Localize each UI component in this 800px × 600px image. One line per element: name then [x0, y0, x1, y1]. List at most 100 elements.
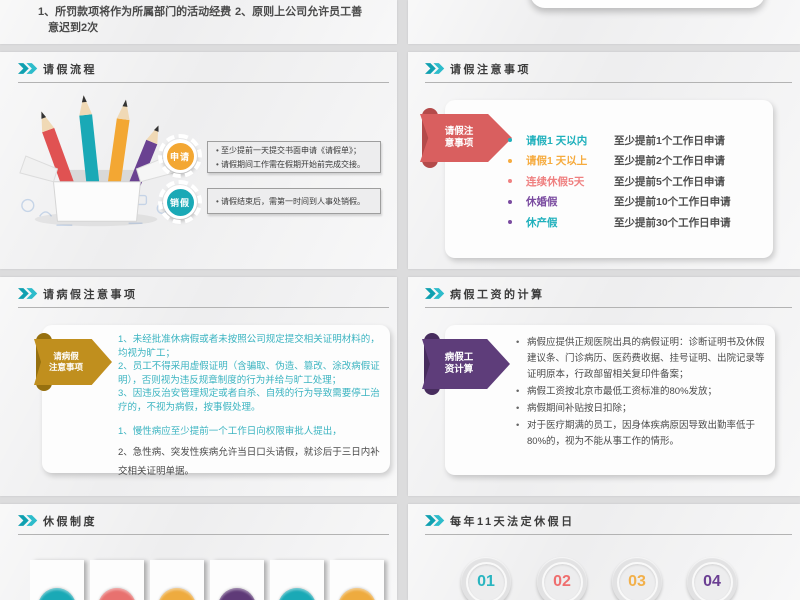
- sick-rule-item: 1、未经批准休病假或者未按照公司规定提交相关证明材料的，均视为旷工；: [118, 333, 380, 360]
- sick-rule-item: 3、因违反治安管理规定或者自杀、自残的行为导致需要停工治疗的，不视为病假，按事假…: [118, 387, 380, 414]
- ribbon-label-line2: 注意事项: [49, 362, 83, 373]
- double-chevron-icon: [18, 515, 38, 526]
- slide-title: 每年11天法定休假日: [450, 516, 575, 528]
- slide-title: 休假制度: [43, 516, 97, 528]
- header-underline: [425, 307, 792, 308]
- ribbon-label-line1: 请假注: [445, 126, 474, 138]
- vacation-card-circle: [98, 588, 136, 600]
- rule-item-2: 2、原则上公司允许员工善: [235, 3, 362, 19]
- holiday-number-badge: 04: [687, 557, 737, 600]
- vacation-card: [150, 560, 204, 600]
- ribbon-arrow: 请假注 意事项: [420, 114, 512, 162]
- vacation-card: [90, 560, 144, 600]
- vacation-card-circle: [338, 588, 376, 600]
- section-header: 休假制度: [18, 512, 389, 535]
- slide-thumbnail-vacation-system[interactable]: 休假制度: [0, 504, 397, 600]
- leave-rule-text: 至少提前1个工作日申请: [614, 133, 725, 148]
- section-header: 请假注意事项: [425, 60, 792, 83]
- sick-pay-bullet: 病假应提供正规医院出具的病假证明：诊断证明书及休假建议条、门诊病历、医药费收据、…: [516, 335, 770, 383]
- vacation-card-circle: [218, 588, 256, 600]
- ribbon-label-line1: 请病假: [53, 351, 79, 362]
- slide-title: 请假流程: [43, 64, 97, 76]
- slide-title: 病假工资的计算: [450, 289, 545, 301]
- sick-rules-text: 1、未经批准休病假或者未按照公司规定提交相关证明材料的，均视为旷工； 2、员工不…: [118, 333, 380, 481]
- double-chevron-icon: [18, 63, 38, 74]
- leave-notice-item: 休婚假 至少提前10个工作日申请: [508, 192, 731, 213]
- apply-rule-line: 请假期间工作需在假期开始前完成交接。: [216, 159, 372, 170]
- leave-notice-item: 休产假 至少提前30个工作日申请: [508, 212, 731, 233]
- apply-step-badge: 申请: [163, 139, 197, 173]
- ribbon-label-line1: 病假工: [445, 352, 474, 364]
- leave-type-label: 休产假: [526, 215, 614, 230]
- pencil-box-illustration: [12, 90, 180, 230]
- sick-pay-bullet: 对于医疗期满的员工，因身体疾病原因导致出勤率低于80%的，视为不能从事工作的情形…: [516, 418, 770, 450]
- sick-rule-item: 2、员工不得采用虚假证明（含骗取、伪造、篡改、涂改病假证明），否则视为违反规章制…: [118, 360, 380, 387]
- leave-type-label: 请假1 天以上: [526, 153, 614, 168]
- pay-ribbon-badge: 病假工 资计算: [422, 339, 510, 389]
- sick-extra-teal: 1、慢性病应至少提前一个工作日向权限审批人提出，: [118, 425, 380, 439]
- rule-item-1: 1、所罚款项将作为所属部门的活动经费: [38, 3, 231, 19]
- leave-rule-text: 至少提前30个工作日申请: [614, 215, 731, 230]
- sick-pay-bullet: 病假工资按北京市最低工资标准的80%发放；: [516, 384, 770, 400]
- header-underline: [425, 82, 792, 83]
- leave-notice-list: 请假1 天以内 至少提前1个工作日申请 请假1 天以上 至少提前2个工作日申请 …: [508, 130, 731, 233]
- vacation-card-circle: [278, 588, 316, 600]
- cancel-rule-line: 请假结束后，需第一时间到人事处销假。: [216, 196, 372, 207]
- bullet-dot: [508, 200, 512, 204]
- slide-thumbnail-sick-leave-notice[interactable]: 请病假注意事项 请病假 注意事项 1、未经批准休病假或者未按照公司规定提交相关证…: [0, 277, 397, 496]
- holiday-number: 03: [617, 562, 658, 600]
- ribbon-arrow: 病假工 资计算: [422, 339, 510, 389]
- double-chevron-icon: [425, 63, 445, 74]
- sick-pay-bullet-list: 病假应提供正规医院出具的病假证明：诊断证明书及休假建议条、门诊病历、医药费收据、…: [516, 335, 770, 451]
- sick-ribbon-badge: 请病假 注意事项: [34, 339, 112, 385]
- holiday-number: 02: [542, 562, 583, 600]
- sick-extra-dark: 2、急性病、突发性疾病允许当日口头请假，就诊后于三日内补交相关证明单据。: [118, 443, 380, 481]
- header-underline: [18, 307, 389, 308]
- leave-notice-item: 连续休假5天 至少提前5个工作日申请: [508, 171, 731, 192]
- bullet-dot: [508, 220, 512, 224]
- apply-step-label: 申请: [167, 143, 194, 170]
- leave-type-label: 连续休假5天: [526, 174, 614, 189]
- leave-rule-text: 至少提前5个工作日申请: [614, 174, 725, 189]
- section-header: 请假流程: [18, 60, 389, 83]
- bullet-dot: [508, 159, 512, 163]
- notice-ribbon-badge: 请假注 意事项: [420, 114, 512, 162]
- slide-thumbnail-partial-card[interactable]: [408, 0, 800, 44]
- leave-type-label: 休婚假: [526, 194, 614, 209]
- partial-white-card: [530, 0, 765, 8]
- header-underline: [18, 534, 389, 535]
- leave-type-label: 请假1 天以内: [526, 133, 614, 148]
- sick-pay-bullet: 病假期间补贴按日扣除；: [516, 401, 770, 417]
- vacation-card: [270, 560, 324, 600]
- slide-thumbnail-leave-notice[interactable]: 请假注意事项 请假注 意事项 请假1 天以内 至少提前1个工作日申请 请假1 天…: [408, 52, 800, 269]
- double-chevron-icon: [425, 288, 445, 299]
- leave-rule-text: 至少提前2个工作日申请: [614, 153, 725, 168]
- holiday-number: 04: [692, 562, 733, 600]
- rule-item-wrap: 意迟到2次: [48, 19, 98, 35]
- vacation-card: [30, 560, 84, 600]
- leave-notice-item: 请假1 天以上 至少提前2个工作日申请: [508, 151, 731, 172]
- vacation-card: [210, 560, 264, 600]
- slide-thumbnail-statutory-holidays[interactable]: 每年11天法定休假日 01 02 03 04: [408, 504, 800, 600]
- holiday-number-badge: 03: [612, 557, 662, 600]
- section-header: 请病假注意事项: [18, 285, 389, 308]
- cancel-step-label: 销假: [167, 189, 194, 216]
- cancel-step-badge: 销假: [163, 185, 197, 219]
- ribbon-label-line2: 资计算: [445, 364, 474, 376]
- vacation-card: [330, 560, 384, 600]
- slide-title: 请病假注意事项: [43, 289, 138, 301]
- bullet-dot: [508, 138, 512, 142]
- apply-rule-line: 至少提前一天提交书面申请《请假单》；: [216, 145, 372, 156]
- slide-thumbnail-rules[interactable]: 1、所罚款项将作为所属部门的活动经费 2、原则上公司允许员工善 意迟到2次: [0, 0, 397, 44]
- header-underline: [18, 82, 389, 83]
- slide-thumbnail-leave-process[interactable]: 请假流程: [0, 52, 397, 269]
- section-header: 病假工资的计算: [425, 285, 792, 308]
- vacation-card-circle: [158, 588, 196, 600]
- double-chevron-icon: [18, 288, 38, 299]
- leave-notice-item: 请假1 天以内 至少提前1个工作日申请: [508, 130, 731, 151]
- leave-rule-text: 至少提前10个工作日申请: [614, 194, 731, 209]
- slide-title: 请假注意事项: [450, 64, 531, 76]
- slide-thumbnail-sick-pay[interactable]: 病假工资的计算 病假工 资计算 病假应提供正规医院出具的病假证明：诊断证明书及休…: [408, 277, 800, 496]
- ribbon-label-line2: 意事项: [445, 138, 474, 150]
- holiday-number: 01: [466, 562, 507, 600]
